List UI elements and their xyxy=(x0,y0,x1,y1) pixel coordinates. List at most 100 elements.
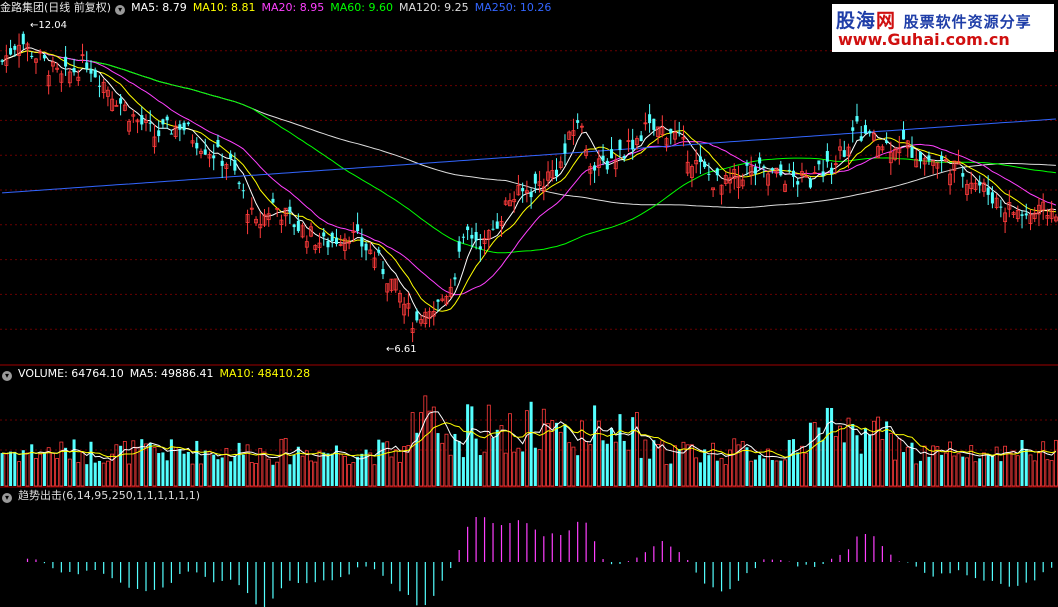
ma10-line xyxy=(1,50,1056,312)
candle-body xyxy=(618,140,622,151)
volume-bar xyxy=(927,456,931,486)
volume-bar xyxy=(300,455,305,487)
volume-bar xyxy=(356,456,360,486)
candle-body xyxy=(821,171,825,177)
volume-bar xyxy=(770,460,774,486)
volume-bar xyxy=(610,427,614,486)
volume-bar xyxy=(249,462,254,487)
volume-bar xyxy=(1024,448,1028,486)
volume-bar xyxy=(254,463,258,487)
volume-bar xyxy=(842,442,846,486)
candle-body xyxy=(229,153,233,159)
volume-bar xyxy=(212,454,216,486)
candle-body xyxy=(89,68,93,74)
candle-body xyxy=(470,234,474,239)
volume-bar xyxy=(372,464,377,487)
volume-bar xyxy=(723,464,728,487)
candle-body xyxy=(140,115,144,125)
volume-bar xyxy=(745,447,749,486)
volume-bar xyxy=(846,417,851,487)
candle-body xyxy=(825,151,829,162)
candle-body xyxy=(648,114,652,124)
volume-bar xyxy=(444,433,449,487)
volume-bar xyxy=(588,444,593,487)
volume-bar xyxy=(876,416,881,487)
volume-bar xyxy=(812,422,817,487)
stock-name[interactable]: 金路集团(日线 前复权) xyxy=(0,1,111,14)
volume-bar xyxy=(838,425,842,487)
candle-body xyxy=(93,69,97,78)
candle-body xyxy=(779,164,783,176)
volume-bar xyxy=(76,462,81,487)
candle-body xyxy=(677,132,681,134)
volume-bar xyxy=(279,438,284,487)
candle-body xyxy=(859,136,863,141)
dropdown-icon[interactable]: ▾ xyxy=(115,5,126,15)
candle-body xyxy=(292,224,296,228)
volume-bar xyxy=(804,452,809,487)
volume-bar xyxy=(491,437,495,486)
volume-bar xyxy=(457,441,461,486)
volume-bar xyxy=(67,458,72,487)
candle-body xyxy=(453,277,457,280)
candle-body xyxy=(652,118,656,130)
volume-bar xyxy=(762,458,766,486)
candle-body xyxy=(863,125,867,134)
volume-bar xyxy=(910,442,914,486)
volume-bar xyxy=(402,446,407,487)
volume-bar xyxy=(229,461,233,486)
candle-body xyxy=(1024,213,1028,216)
volume-bar xyxy=(233,455,237,486)
volume-bar xyxy=(753,459,757,486)
volume-bar xyxy=(486,404,491,487)
volume-bar xyxy=(262,451,267,487)
volume-bar xyxy=(330,453,334,486)
volume-bar xyxy=(190,463,195,487)
candle-body xyxy=(758,157,762,164)
volume-bar xyxy=(978,458,982,486)
candle-body xyxy=(457,241,461,252)
candle-body xyxy=(521,188,525,192)
volume-bar xyxy=(80,451,85,487)
volume-bar xyxy=(466,404,470,486)
candle-body xyxy=(364,243,368,251)
volume-bar xyxy=(833,436,838,487)
candle-body xyxy=(610,149,614,159)
candle-body xyxy=(796,181,800,185)
volume-bar xyxy=(1053,439,1058,487)
candle-body xyxy=(808,178,812,188)
volume-bar xyxy=(85,464,89,486)
candle-body xyxy=(978,181,982,186)
volume-bar xyxy=(999,461,1003,486)
volume-bar xyxy=(398,461,402,487)
volume-bar xyxy=(216,459,220,486)
dropdown-icon[interactable]: ▾ xyxy=(2,493,12,503)
dropdown-icon[interactable]: ▾ xyxy=(2,371,12,381)
candle-body xyxy=(491,228,495,230)
candle-body xyxy=(601,155,605,161)
ma10-label: MA10: 8.81 xyxy=(192,1,256,14)
candle-body xyxy=(360,237,364,247)
candle-body xyxy=(9,48,13,55)
candle-body xyxy=(42,54,46,59)
volume-bar xyxy=(1028,454,1033,487)
candle-body xyxy=(851,127,855,131)
volume-bar xyxy=(89,441,93,486)
ma5-label: MA5: 8.79 xyxy=(131,1,187,14)
volume-bar xyxy=(368,452,373,487)
volume-bar xyxy=(72,439,76,486)
volume-bar xyxy=(1011,450,1016,487)
volume-bar xyxy=(220,457,224,486)
candle-body xyxy=(13,45,17,50)
volume-bar xyxy=(195,440,199,486)
volume-bar xyxy=(918,460,922,486)
candle-body xyxy=(322,232,326,237)
volume-bar xyxy=(880,439,885,487)
volume-bar xyxy=(537,449,542,487)
candle-body xyxy=(330,232,334,242)
volume-bar xyxy=(885,421,889,486)
candle-body xyxy=(0,60,4,62)
ma250-line xyxy=(2,118,1056,194)
volume-bar xyxy=(859,453,863,486)
volume-bar xyxy=(783,459,787,487)
